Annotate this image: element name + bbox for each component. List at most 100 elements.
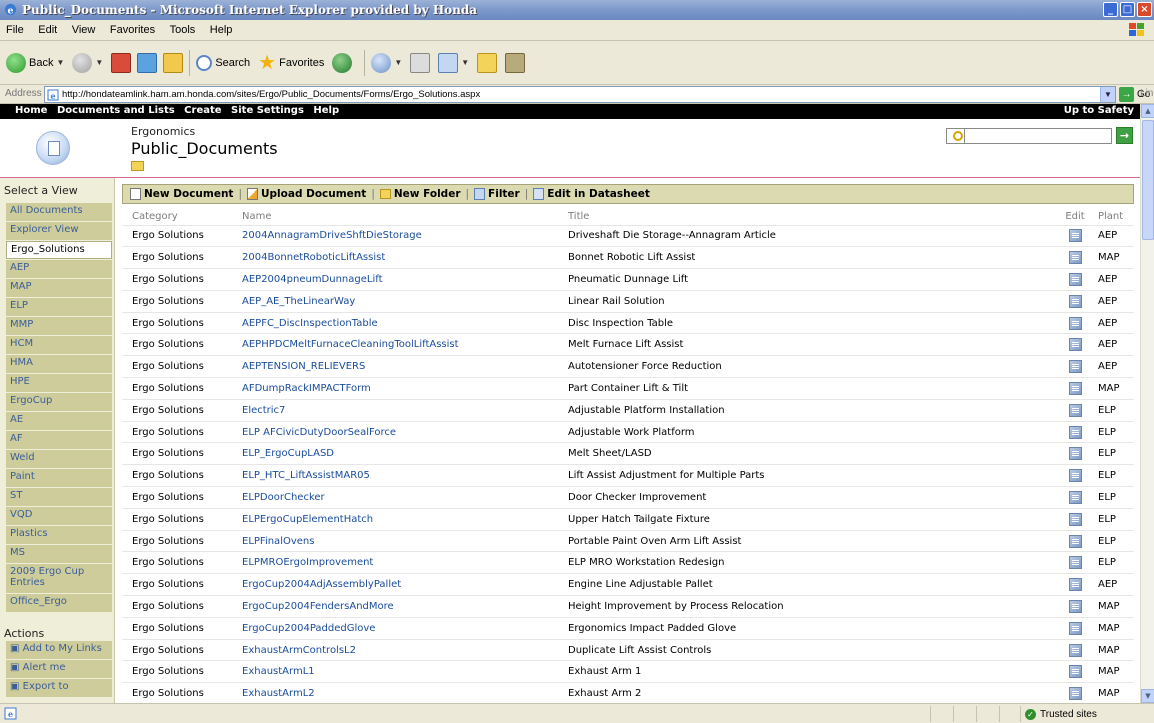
menu-edit[interactable]: Edit bbox=[32, 20, 62, 36]
table-row[interactable]: Ergo Solutions AFDumpRackIMPACTForm Part C… bbox=[122, 377, 1134, 400]
new-folder-button[interactable]: New Folder bbox=[379, 188, 461, 200]
table-row[interactable]: Ergo Solutions AEP2004pneumDunnageLift Pne… bbox=[122, 268, 1134, 291]
table-row[interactable]: Ergo Solutions ErgoCup2004FendersAndMore H… bbox=[122, 595, 1134, 618]
nav-documents-and-lists[interactable]: Documents and Lists bbox=[57, 105, 175, 116]
research-icon[interactable] bbox=[505, 52, 526, 73]
column-header-name[interactable]: Name bbox=[232, 208, 558, 225]
cell-name-link[interactable]: 2004BonnetRoboticLiftAssist bbox=[232, 246, 558, 269]
menu-favorites[interactable]: Favorites bbox=[104, 20, 160, 36]
view-paint[interactable]: Paint bbox=[6, 469, 112, 487]
cell-edit[interactable] bbox=[1054, 398, 1096, 422]
scroll-up-icon[interactable]: ▲ bbox=[1141, 104, 1154, 118]
cell-edit[interactable] bbox=[1054, 529, 1096, 552]
cell-edit[interactable] bbox=[1054, 377, 1096, 400]
cell-edit[interactable] bbox=[1054, 246, 1096, 269]
view-ergo-solutions[interactable]: Ergo_Solutions bbox=[6, 241, 112, 259]
edit-properties-icon[interactable] bbox=[1068, 578, 1082, 592]
cell-name-link[interactable]: ErgoCup2004FendersAndMore bbox=[232, 595, 558, 618]
table-row[interactable]: Ergo Solutions AEP_AE_TheLinearWay Linear … bbox=[122, 289, 1134, 313]
cell-edit[interactable] bbox=[1054, 573, 1096, 596]
view-hpe[interactable]: HPE bbox=[6, 374, 112, 392]
folder-icon[interactable] bbox=[477, 52, 498, 73]
view-vqd[interactable]: VQD bbox=[6, 507, 112, 525]
cell-edit[interactable] bbox=[1054, 660, 1096, 683]
edit-properties-icon[interactable] bbox=[1068, 447, 1082, 461]
edit-properties-icon[interactable] bbox=[1068, 534, 1082, 548]
edit-properties-icon[interactable] bbox=[1068, 425, 1082, 439]
cell-edit[interactable] bbox=[1054, 333, 1096, 356]
edit-properties-icon[interactable] bbox=[1068, 621, 1082, 635]
view-st[interactable]: ST bbox=[6, 488, 112, 506]
cell-name-link[interactable]: ELPDoorChecker bbox=[232, 486, 558, 509]
action-export-to[interactable]: ▣ Export to bbox=[6, 679, 112, 697]
cell-name-link[interactable]: ErgoCup2004PaddedGlove bbox=[232, 616, 558, 640]
view-office-ergo[interactable]: Office_Ergo bbox=[6, 594, 112, 612]
menu-tools[interactable]: Tools bbox=[164, 20, 201, 36]
edit-properties-icon[interactable] bbox=[1068, 687, 1082, 701]
view-af[interactable]: AF bbox=[6, 431, 112, 449]
table-row[interactable]: Ergo Solutions ExhaustArmL2 Exhaust Arm 2 M… bbox=[122, 682, 1134, 703]
security-zone[interactable]: ✓ Trusted sites bbox=[1020, 706, 1138, 722]
edit-page-button[interactable]: ▼ bbox=[438, 52, 469, 73]
table-row[interactable]: Ergo Solutions ELPFinalOvens Portable Pain… bbox=[122, 529, 1134, 552]
table-row[interactable]: Ergo Solutions ExhaustArmL1 Exhaust Arm 1 M… bbox=[122, 660, 1134, 683]
edit-properties-icon[interactable] bbox=[1068, 599, 1082, 613]
cell-name-link[interactable]: ExhaustArmL1 bbox=[232, 660, 558, 683]
cell-edit[interactable] bbox=[1054, 311, 1096, 334]
site-name[interactable]: Ergonomics bbox=[131, 125, 195, 138]
cell-edit[interactable] bbox=[1054, 224, 1096, 247]
table-row[interactable]: Ergo Solutions 2004AnnagramDriveShftDieSt… bbox=[122, 224, 1134, 247]
forward-button[interactable]: ▼ bbox=[72, 52, 103, 73]
view-ms[interactable]: MS bbox=[6, 545, 112, 563]
filter-button[interactable]: Filter bbox=[474, 188, 520, 200]
cell-name-link[interactable]: ELP_HTC_LiftAssistMAR05 bbox=[232, 464, 558, 487]
view-explorer-view[interactable]: Explorer View bbox=[6, 222, 112, 240]
action-add-to-my-links[interactable]: ▣ Add to My Links bbox=[6, 641, 112, 659]
history-button[interactable]: ▼ bbox=[371, 52, 402, 73]
menu-view[interactable]: View bbox=[66, 20, 101, 36]
table-row[interactable]: Ergo Solutions AEPTENSION_RELIEVERS Autote… bbox=[122, 355, 1134, 378]
stop-icon[interactable] bbox=[111, 52, 132, 73]
media-icon[interactable] bbox=[332, 52, 353, 73]
column-header-category[interactable]: Category bbox=[122, 208, 232, 225]
view-ergocup[interactable]: ErgoCup bbox=[6, 393, 112, 411]
minimize-button[interactable]: _ bbox=[1103, 2, 1118, 17]
table-row[interactable]: Ergo Solutions ELPDoorChecker Door Checker… bbox=[122, 486, 1134, 509]
links-button[interactable]: Links bbox=[1140, 88, 1154, 99]
cell-name-link[interactable]: AFDumpRackIMPACTForm bbox=[232, 377, 558, 400]
scroll-down-icon[interactable]: ▼ bbox=[1141, 689, 1154, 703]
maximize-button[interactable]: □ bbox=[1120, 2, 1135, 17]
action-alert-me[interactable]: ▣ Alert me bbox=[6, 660, 112, 678]
table-row[interactable]: Ergo Solutions ELPMROErgoImprovement ELP M… bbox=[122, 551, 1134, 574]
table-row[interactable]: Ergo Solutions 2004BonnetRoboticLiftAssis… bbox=[122, 246, 1134, 269]
cell-name-link[interactable]: ErgoCup2004AdjAssemblyPallet bbox=[232, 573, 558, 596]
nav-site-settings[interactable]: Site Settings bbox=[231, 105, 304, 116]
nav-help[interactable]: Help bbox=[313, 105, 339, 116]
cell-edit[interactable] bbox=[1054, 638, 1096, 661]
cell-edit[interactable] bbox=[1054, 616, 1096, 640]
nav-create[interactable]: Create bbox=[184, 105, 221, 116]
edit-properties-icon[interactable] bbox=[1068, 469, 1082, 483]
cell-edit[interactable] bbox=[1054, 595, 1096, 618]
table-row[interactable]: Ergo Solutions Electric7 Adjustable Platfo… bbox=[122, 398, 1134, 422]
cell-name-link[interactable]: AEP_AE_TheLinearWay bbox=[232, 289, 558, 313]
back-button[interactable]: Back ▼ bbox=[6, 52, 64, 73]
close-button[interactable]: × bbox=[1137, 2, 1152, 17]
edit-properties-icon[interactable] bbox=[1068, 294, 1082, 308]
search-go-button[interactable]: → bbox=[1116, 127, 1133, 144]
scroll-thumb[interactable] bbox=[1142, 120, 1154, 240]
cell-name-link[interactable]: ELP AFCivicDutyDoorSealForce bbox=[232, 420, 558, 443]
menu-file[interactable]: File bbox=[0, 20, 29, 36]
new-document-button[interactable]: New Document bbox=[130, 188, 233, 200]
cell-edit[interactable] bbox=[1054, 486, 1096, 509]
view-elp[interactable]: ELP bbox=[6, 298, 112, 316]
table-row[interactable]: Ergo Solutions ErgoCup2004AdjAssemblyPall… bbox=[122, 573, 1134, 596]
vertical-scrollbar[interactable]: ▲ ▼ bbox=[1140, 104, 1154, 703]
edit-properties-icon[interactable] bbox=[1068, 316, 1082, 330]
cell-name-link[interactable]: AEPFC_DiscInspectionTable bbox=[232, 311, 558, 334]
cell-edit[interactable] bbox=[1054, 464, 1096, 487]
view-aep[interactable]: AEP bbox=[6, 260, 112, 278]
view-hcm[interactable]: HCM bbox=[6, 336, 112, 354]
table-row[interactable]: Ergo Solutions AEPHPDCMeltFurnaceCleaning… bbox=[122, 333, 1134, 356]
view-hma[interactable]: HMA bbox=[6, 355, 112, 373]
